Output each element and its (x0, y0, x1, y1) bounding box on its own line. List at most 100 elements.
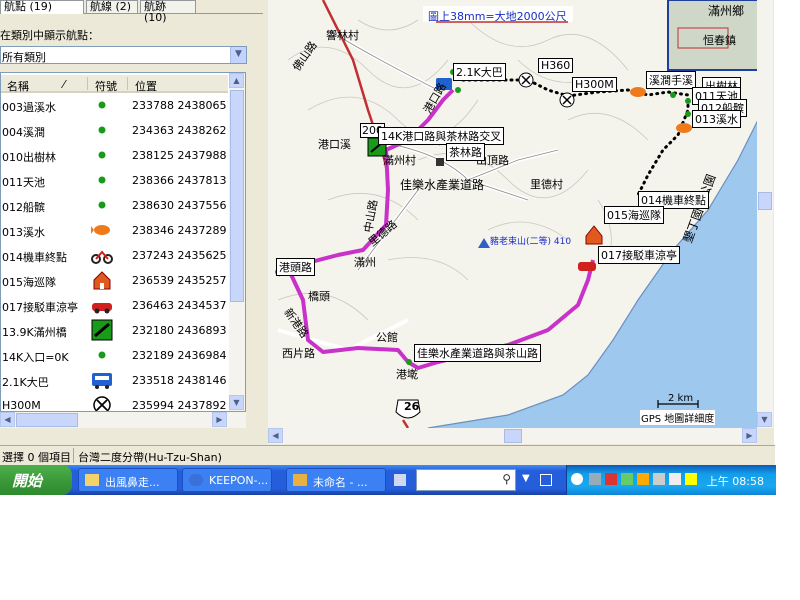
waypoint-list: 名稱 ⁄ 符號 位置 003過溪水 233788 2438065 004溪澗 2343… (0, 72, 246, 412)
waypoint-position: 234363 2438262 (132, 124, 227, 137)
status-bar: 選擇 0 個項目 台灣二度分帶(Hu-Tzu-Shan) (0, 445, 775, 465)
waypoint-label[interactable]: 溪澗手溪 (646, 71, 696, 89)
map-label: 滿州鄉 (708, 4, 745, 18)
taskbar: 開始 出風鼻走... KEEPON-... 未命名 - ... ⚲ ▼ 上午 0… (0, 465, 776, 495)
waypoint-name: 2.1K大巴 (2, 376, 49, 389)
table-row[interactable]: 014機車終點 237243 2435625 (1, 243, 228, 268)
table-row[interactable]: 13.9K滿州橋 232180 2436893 (1, 318, 228, 343)
folder-icon (85, 474, 99, 486)
list-scroll-thumb[interactable] (230, 90, 244, 302)
peak-icon (478, 238, 490, 248)
column-header-position[interactable]: 位置 (135, 78, 157, 94)
scroll-right-icon[interactable]: ▶ (742, 428, 757, 443)
waypoint-label[interactable]: 017接駁車涼亭 (598, 246, 680, 264)
chevron-down-icon[interactable]: ▼ (522, 473, 530, 484)
table-row[interactable]: 010出樹林 238125 2437988 (1, 143, 228, 168)
waypoint-label[interactable]: 013溪水 (692, 110, 741, 128)
scroll-down-icon[interactable]: ▼ (229, 395, 244, 410)
toolbar-search-input[interactable]: ⚲ (416, 469, 516, 491)
chevron-down-icon[interactable]: ▼ (230, 47, 246, 63)
scroll-left-icon[interactable]: ◀ (268, 428, 283, 443)
car-icon (91, 293, 113, 318)
map-vertical-scrollbar[interactable]: ▼ (757, 0, 773, 428)
map-label: 豬老束山(二等) 410 (490, 237, 572, 247)
table-row[interactable]: 017接駁車涼亭 236463 2434537 (1, 293, 228, 318)
table-row[interactable]: 012船髌 238630 2437556 (1, 193, 228, 218)
map-hscroll-thumb[interactable] (504, 429, 522, 443)
map-label: 橋頭 (308, 290, 330, 303)
table-row[interactable]: 14K入口=0K 232189 2436984 (1, 343, 228, 368)
list-hscroll-thumb[interactable] (16, 413, 78, 427)
waypoint-name: 003過溪水 (2, 101, 56, 114)
list-horizontal-scrollbar[interactable]: ◀ ▶ (0, 412, 246, 428)
map-detail-label: GPS 地圖詳細度 (640, 410, 716, 425)
house-icon (91, 268, 113, 293)
app-tray-icon[interactable] (637, 473, 649, 485)
tab-tracks[interactable]: 航跡 (10) (140, 0, 196, 23)
map-label: 響林村 (326, 29, 359, 42)
tab-strip: 航點 (19) 航線 (2) 航跡 (10) (0, 0, 263, 23)
category-select-value: 所有類別 (2, 51, 46, 64)
map-label: 港口溪 (318, 138, 351, 151)
fish-icon (91, 218, 113, 243)
map-horizontal-scrollbar[interactable]: ◀ ▶ (268, 428, 757, 444)
waypoint-position: 235994 2437892 (132, 399, 227, 412)
search-icon[interactable]: ⚲ (502, 472, 511, 486)
scroll-down-icon[interactable]: ▼ (757, 412, 772, 427)
waypoint-position: 236539 2435257 (132, 274, 227, 287)
calculator-icon[interactable] (394, 474, 406, 486)
scroll-up-icon[interactable]: ▲ (229, 73, 244, 88)
table-row[interactable]: 013溪水 238346 2437289 (1, 218, 228, 243)
waypoint-position: 238125 2437988 (132, 149, 227, 162)
scale-bar-label: 2 km (668, 393, 694, 404)
map-view[interactable]: 圖上38mm=大地2000公尺 響林村 佛山路 港口溪 滿州村 中山路 山頂路 … (268, 0, 758, 428)
category-select[interactable]: 所有類別 ▼ (0, 46, 247, 64)
volume-icon[interactable] (669, 473, 681, 485)
table-row[interactable]: 003過溪水 233788 2438065 (1, 93, 228, 118)
waypoint-label[interactable]: H360 (538, 58, 574, 73)
list-vertical-scrollbar[interactable]: ▲ ▼ (229, 73, 245, 411)
waypoint-label[interactable]: 2.1K大巴 (453, 63, 506, 81)
app-tray-icon[interactable] (685, 473, 697, 485)
tab-waypoints[interactable]: 航點 (19) (0, 0, 84, 14)
taskbar-button-folder[interactable]: 出風鼻走... (78, 468, 178, 492)
table-row[interactable]: 2.1K大巴 233518 2438146 (1, 368, 228, 393)
waypoint-label[interactable]: H300M (572, 77, 617, 92)
map-label: 港頭路 (276, 258, 315, 276)
system-tray: 上午 08:58 (566, 465, 776, 495)
category-filter-label: 在類別中顯示航點： (0, 29, 99, 42)
waypoint-label[interactable]: 015海巡隊 (604, 206, 664, 224)
table-row[interactable]: 015海巡隊 236539 2435257 (1, 268, 228, 293)
paint-icon (293, 474, 307, 486)
waypoint-name: 015海巡隊 (2, 276, 56, 289)
table-row[interactable]: 011天池 238366 2437813 (1, 168, 228, 193)
chevron-left-icon[interactable] (571, 473, 583, 485)
sort-arrow-icon: ⁄ (63, 78, 65, 91)
taskbar-button-paint[interactable]: 未命名 - ... (286, 468, 386, 492)
table-row[interactable]: 004溪澗 234363 2438262 (1, 118, 228, 143)
printer-icon[interactable] (653, 473, 665, 485)
taskbar-button-browser[interactable]: KEEPON-... (182, 468, 272, 492)
network-icon[interactable] (589, 473, 601, 485)
waypoint-name: 014機車終點 (2, 251, 67, 264)
antivirus-icon[interactable] (605, 473, 617, 485)
tab-waypoints-label: 航點 (19) (4, 0, 53, 13)
waypoint-label[interactable]: 茶林路 (446, 143, 485, 161)
tab-routes[interactable]: 航線 (2) (86, 0, 138, 13)
column-header-name[interactable]: 名稱 (7, 78, 29, 94)
column-header-symbol[interactable]: 符號 (95, 78, 117, 94)
scroll-right-icon[interactable]: ▶ (212, 412, 227, 427)
app-tray-icon[interactable] (621, 473, 633, 485)
map-label: 里德村 (530, 178, 563, 191)
map-vscroll-thumb[interactable] (758, 192, 772, 210)
start-button[interactable]: 開始 (0, 465, 72, 495)
table-row[interactable]: H300M 235994 2437892 (1, 393, 228, 412)
scroll-left-icon[interactable]: ◀ (0, 412, 15, 427)
waypoint-name: 012船髌 (2, 201, 45, 214)
waypoint-name: 013溪水 (2, 226, 45, 239)
waypoint-label[interactable]: 14K港口路與茶林路交叉 (378, 127, 505, 145)
window-icon[interactable] (540, 474, 552, 486)
waypoint-name: 011天池 (2, 176, 45, 189)
bridge-icon (91, 318, 113, 343)
list-header: 名稱 ⁄ 符號 位置 (1, 75, 228, 93)
